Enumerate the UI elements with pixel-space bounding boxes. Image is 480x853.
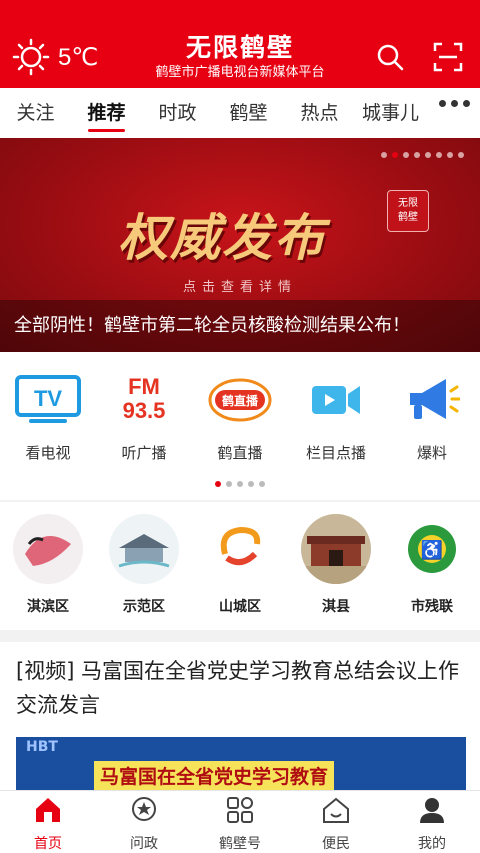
service-radio[interactable]: FM 93.5 听广播 (96, 372, 192, 463)
news-title[interactable]: [视频] 马富国在全省党史学习教育总结会议上作交流发言 (0, 642, 480, 722)
house-smile-icon (323, 797, 349, 823)
svg-text:TV: TV (34, 386, 62, 411)
news-card[interactable]: [视频] 马富国在全省党史学习教育总结会议上作交流发言 HBT 马富国在全省党史… (0, 642, 480, 793)
grid-icon (227, 797, 253, 823)
megaphone-icon (410, 379, 460, 419)
nav-hebi-account[interactable]: 鹤壁号 (192, 791, 288, 853)
tab-city[interactable]: 城事儿 (355, 88, 426, 138)
service-page-indicator (0, 481, 480, 487)
svg-text:♿: ♿ (421, 539, 443, 560)
district-row: 淇滨区 示范区 山城区 淇县 ♿ 市残联 (0, 502, 480, 630)
district-label: 淇滨区 (27, 599, 69, 615)
district-disabled-federation[interactable]: ♿ 市残联 (384, 514, 480, 616)
search-icon[interactable] (375, 42, 405, 72)
app-subtitle: 鹤壁市广播电视台新媒体平台 (155, 65, 325, 80)
channel-tabs: 关注 推荐 时政 鹤壁 热点 城事儿 (0, 88, 480, 138)
service-label: 鹤直播 (217, 444, 263, 462)
user-icon (420, 798, 444, 823)
station-watermark: HBT (26, 739, 58, 755)
service-label: 看电视 (25, 444, 71, 462)
district-demo[interactable]: 示范区 (96, 514, 192, 616)
badge-line-1: 无限 (398, 198, 418, 209)
nav-inquiry[interactable]: 问政 (96, 791, 192, 853)
fm-text: FM (128, 374, 160, 399)
tab-follow[interactable]: 关注 (0, 88, 71, 138)
brand: 无限鹤壁 鹤壁市广播电视台新媒体平台 (0, 34, 480, 82)
service-label: 爆料 (416, 444, 447, 462)
service-vod[interactable]: 栏目点播 (288, 372, 384, 463)
service-label: 听广播 (121, 444, 167, 462)
news-thumbnail[interactable]: HBT 马富国在全省党史学习教育 (16, 737, 466, 793)
banner-carousel[interactable]: 权威发布 点击查看详情 全部阴性！鹤壁市第二轮全员核酸检测结果公布！ (0, 138, 480, 352)
disabled-federation-logo-icon: ♿ (397, 514, 467, 584)
bottom-nav: 首页 问政 鹤壁号 便民 我的 (0, 790, 480, 853)
service-live[interactable]: 鹤直播 鹤直播 (192, 372, 288, 463)
nav-label: 首页 (34, 836, 62, 852)
nav-home[interactable]: 首页 (0, 791, 96, 853)
home-icon (36, 798, 60, 822)
svg-text:鹤直播: 鹤直播 (222, 393, 259, 408)
district-label: 淇县 (322, 599, 350, 615)
tab-politics[interactable]: 时政 (142, 88, 213, 138)
star-chat-icon (132, 797, 156, 821)
tab-hebi[interactable]: 鹤壁 (213, 88, 284, 138)
nav-label: 问政 (130, 836, 158, 852)
service-grid: TV 看电视 FM 93.5 听广播 鹤直播 鹤直播 栏目点播 爆料 (0, 352, 480, 500)
badge-line-2: 鹤壁 (398, 212, 418, 223)
more-tabs-icon[interactable] (439, 100, 470, 107)
nav-label: 我的 (418, 836, 446, 852)
nav-label: 鹤壁号 (219, 836, 261, 852)
qibin-logo-icon (13, 514, 83, 584)
district-shancheng[interactable]: 山城区 (192, 514, 288, 616)
nav-profile[interactable]: 我的 (384, 791, 480, 853)
thumbnail-caption: 马富国在全省党史学习教育 (94, 761, 335, 790)
nav-services[interactable]: 便民 (288, 791, 384, 853)
nav-label: 便民 (322, 836, 350, 852)
district-qibin[interactable]: 淇滨区 (0, 514, 96, 616)
service-tv[interactable]: TV 看电视 (0, 372, 96, 463)
carousel-indicator (381, 152, 464, 158)
app-header: 5℃ 无限鹤壁 鹤壁市广播电视台新媒体平台 (0, 0, 480, 88)
tab-recommend[interactable]: 推荐 (71, 88, 142, 138)
app-title: 无限鹤壁 (185, 33, 294, 62)
tv-icon: TV (15, 375, 81, 423)
banner-hint: 点击查看详情 (182, 280, 297, 295)
scan-icon[interactable] (433, 42, 463, 72)
banner-headline: 权威发布 (118, 209, 326, 267)
banner-caption[interactable]: 全部阴性！鹤壁市第二轮全员核酸检测结果公布！ (0, 300, 480, 352)
brand-badge: 无限 鹤壁 (387, 190, 429, 232)
radio-fm-icon: FM 93.5 (109, 372, 179, 428)
tab-hot[interactable]: 热点 (284, 88, 355, 138)
district-label: 示范区 (123, 599, 165, 615)
video-camera-icon (312, 386, 360, 414)
demo-zone-logo-icon (109, 514, 179, 584)
service-label: 栏目点播 (305, 444, 366, 462)
qixian-gate-icon (301, 514, 371, 584)
district-label: 市残联 (411, 599, 453, 615)
service-report[interactable]: 爆料 (384, 372, 480, 463)
frequency-text: 93.5 (122, 398, 166, 423)
shancheng-logo-icon (205, 514, 275, 584)
district-qixian[interactable]: 淇县 (288, 514, 384, 616)
district-label: 山城区 (219, 599, 261, 615)
live-icon: 鹤直播 (208, 378, 272, 422)
